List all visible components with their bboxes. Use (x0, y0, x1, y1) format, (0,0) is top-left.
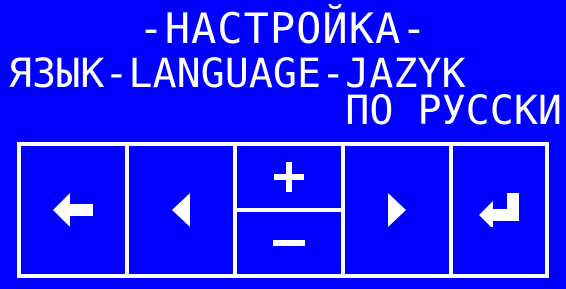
back-key[interactable] (21, 146, 129, 274)
minus-icon (273, 240, 305, 246)
triangle-right-icon (388, 193, 406, 227)
lcd-screen: -НАСТРОЙКА- ЯЗЫК-LANGUAGE-JAZYK ПО РУССК… (0, 0, 566, 289)
right-key[interactable] (345, 146, 453, 274)
arrow-left-icon (53, 193, 93, 227)
page-title: -НАСТРОЙКА- (138, 4, 428, 53)
keypad (17, 142, 549, 278)
plus-minus-key (237, 146, 345, 274)
plus-icon (274, 162, 304, 192)
minus-key[interactable] (237, 212, 341, 274)
left-key[interactable] (129, 146, 237, 274)
setting-value: ПО РУССКИ (345, 88, 562, 134)
triangle-left-icon (172, 193, 190, 227)
enter-arrow-icon (479, 193, 519, 227)
enter-key[interactable] (453, 146, 545, 274)
plus-key[interactable] (237, 146, 341, 212)
